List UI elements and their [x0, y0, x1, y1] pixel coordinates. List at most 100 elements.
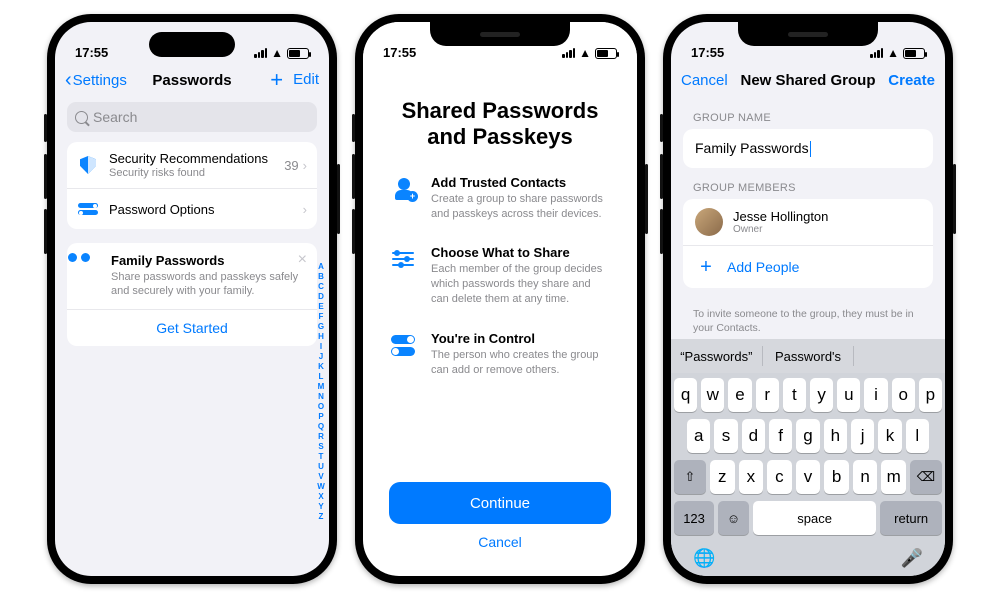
- delete-key[interactable]: ⌫: [910, 460, 942, 494]
- security-recommendations-row[interactable]: Security Recommendations Security risks …: [67, 142, 317, 188]
- battery-icon: [903, 48, 925, 59]
- index-letter[interactable]: A: [318, 262, 324, 272]
- index-letter[interactable]: U: [318, 462, 324, 472]
- index-letter[interactable]: Q: [318, 422, 324, 432]
- battery-icon: [595, 48, 617, 59]
- index-letter[interactable]: V: [318, 472, 323, 482]
- key-z[interactable]: z: [710, 460, 735, 494]
- index-letter[interactable]: N: [318, 392, 324, 402]
- index-letter[interactable]: O: [318, 402, 324, 412]
- key-u[interactable]: u: [837, 378, 860, 412]
- dynamic-island: [149, 32, 235, 57]
- index-letter[interactable]: H: [318, 332, 324, 342]
- key-y[interactable]: y: [810, 378, 833, 412]
- index-letter[interactable]: J: [319, 352, 323, 362]
- cancel-button[interactable]: Cancel: [681, 72, 728, 89]
- wifi-icon: ▲: [887, 46, 899, 60]
- emoji-key[interactable]: ☺: [718, 501, 749, 535]
- group-name-label: GROUP NAME: [693, 112, 923, 124]
- index-letter[interactable]: Y: [318, 502, 323, 512]
- key-r[interactable]: r: [756, 378, 779, 412]
- get-started-button[interactable]: Get Started: [67, 309, 317, 346]
- key-v[interactable]: v: [796, 460, 821, 494]
- family-title: Family Passwords: [111, 253, 305, 268]
- add-button[interactable]: +: [270, 71, 283, 89]
- index-letter[interactable]: B: [318, 272, 324, 282]
- index-letter[interactable]: G: [318, 322, 324, 332]
- key-x[interactable]: x: [739, 460, 764, 494]
- key-e[interactable]: e: [728, 378, 751, 412]
- cellular-icon: [870, 48, 883, 58]
- delete-icon: ⌫: [917, 469, 935, 485]
- back-button[interactable]: ‹ Settings: [65, 72, 127, 89]
- create-button[interactable]: Create: [888, 72, 935, 89]
- toggles-icon: [391, 335, 415, 356]
- chevron-right-icon: ›: [303, 158, 307, 173]
- index-letter[interactable]: R: [318, 432, 324, 442]
- text-caret: [810, 141, 812, 157]
- chevron-right-icon: ›: [303, 202, 307, 217]
- key-k[interactable]: k: [878, 419, 901, 453]
- alphabet-index[interactable]: ABCDEFGHIJKLMNOPQRSTUVWXYZ: [315, 262, 327, 556]
- search-input[interactable]: Search: [67, 102, 317, 132]
- suggestion[interactable]: Password's: [763, 349, 854, 364]
- index-letter[interactable]: W: [317, 482, 325, 492]
- close-icon[interactable]: ×: [298, 251, 307, 269]
- key-d[interactable]: d: [742, 419, 765, 453]
- index-letter[interactable]: F: [319, 312, 324, 322]
- index-letter[interactable]: P: [318, 412, 323, 422]
- key-f[interactable]: f: [769, 419, 792, 453]
- key-g[interactable]: g: [796, 419, 819, 453]
- index-letter[interactable]: M: [318, 382, 325, 392]
- index-letter[interactable]: I: [320, 342, 322, 352]
- mic-icon[interactable]: 🎤: [901, 548, 923, 569]
- feature-trusted-contacts: + Add Trusted Contacts Create a group to…: [389, 175, 611, 222]
- index-letter[interactable]: T: [319, 452, 324, 462]
- index-letter[interactable]: X: [318, 492, 323, 502]
- key-c[interactable]: c: [767, 460, 792, 494]
- return-key[interactable]: return: [880, 501, 942, 535]
- key-j[interactable]: j: [851, 419, 874, 453]
- person-plus-icon: +: [390, 178, 416, 200]
- add-people-button[interactable]: + Add People: [683, 245, 933, 288]
- index-letter[interactable]: D: [318, 292, 324, 302]
- member-row[interactable]: Jesse Hollington Owner: [683, 199, 933, 245]
- key-l[interactable]: l: [906, 419, 929, 453]
- feature-in-control: You're in Control The person who creates…: [389, 331, 611, 378]
- key-n[interactable]: n: [853, 460, 878, 494]
- suggestion-bar: “Passwords” Password's: [671, 339, 945, 373]
- key-p[interactable]: p: [919, 378, 942, 412]
- globe-icon[interactable]: 🌐: [693, 548, 715, 569]
- space-key[interactable]: space: [753, 501, 876, 535]
- index-letter[interactable]: Z: [319, 512, 324, 522]
- cancel-button[interactable]: Cancel: [478, 534, 522, 550]
- key-m[interactable]: m: [881, 460, 906, 494]
- shield-icon: [80, 156, 96, 174]
- feature-subtitle: Each member of the group decides which p…: [431, 262, 611, 307]
- member-name: Jesse Hollington: [733, 209, 828, 224]
- feature-choose-share: Choose What to Share Each member of the …: [389, 245, 611, 307]
- continue-button[interactable]: Continue: [389, 482, 611, 524]
- key-w[interactable]: w: [701, 378, 724, 412]
- index-letter[interactable]: E: [318, 302, 323, 312]
- key-q[interactable]: q: [674, 378, 697, 412]
- key-o[interactable]: o: [892, 378, 915, 412]
- index-letter[interactable]: C: [318, 282, 324, 292]
- key-b[interactable]: b: [824, 460, 849, 494]
- index-letter[interactable]: S: [318, 442, 323, 452]
- key-s[interactable]: s: [714, 419, 737, 453]
- family-subtitle: Share passwords and passkeys safely and …: [111, 270, 305, 299]
- suggestion[interactable]: “Passwords”: [671, 349, 762, 364]
- key-h[interactable]: h: [824, 419, 847, 453]
- row-title: Password Options: [109, 202, 303, 217]
- key-a[interactable]: a: [687, 419, 710, 453]
- key-i[interactable]: i: [864, 378, 887, 412]
- shift-key[interactable]: ⇧: [674, 460, 706, 494]
- password-options-row[interactable]: Password Options ›: [67, 188, 317, 229]
- key-t[interactable]: t: [783, 378, 806, 412]
- number-key[interactable]: 123: [674, 501, 714, 535]
- edit-button[interactable]: Edit: [293, 71, 319, 89]
- index-letter[interactable]: K: [318, 362, 324, 372]
- index-letter[interactable]: L: [319, 372, 324, 382]
- group-name-input[interactable]: Family Passwords: [683, 129, 933, 168]
